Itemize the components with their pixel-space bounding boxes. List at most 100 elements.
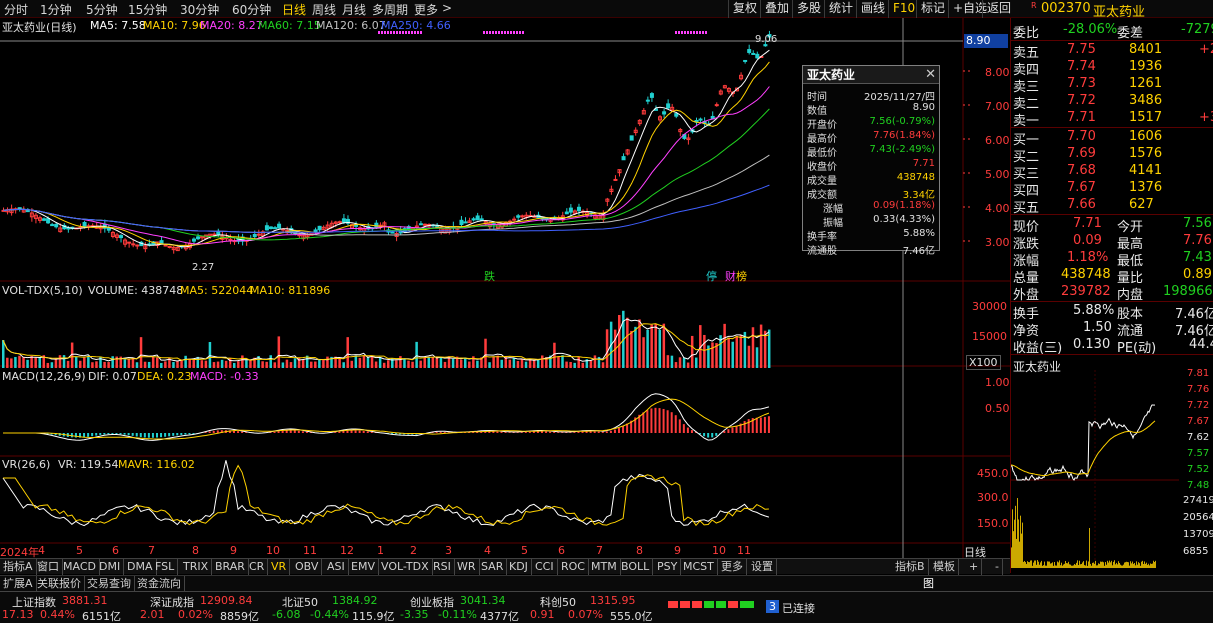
stats-button[interactable]: 统计: [824, 0, 857, 18]
buy1-row[interactable]: 买一 7.70 1606: [1011, 129, 1213, 148]
tab-related-quotes[interactable]: 关联报价: [34, 576, 85, 592]
indicator-tab-18[interactable]: CCI: [532, 559, 558, 575]
tab-monthly[interactable]: 月线: [342, 1, 366, 18]
event-marker-die[interactable]: 跌: [484, 268, 495, 284]
sell3-row[interactable]: 卖三 7.73 1261: [1011, 76, 1213, 95]
sell5-row[interactable]: 卖五7.758401+2: [1011, 42, 1213, 61]
volume-bar: [553, 342, 556, 368]
event-marker-ting[interactable]: 停: [706, 268, 717, 284]
f10-button[interactable]: F10: [888, 0, 919, 18]
macd-bar: [297, 430, 300, 433]
indicator-tab-6[interactable]: TRIX: [180, 559, 213, 575]
mini-volume-bar: [1121, 565, 1122, 568]
indicator-tab-12[interactable]: EMV: [348, 559, 379, 575]
chevron-right-icon[interactable]: >: [442, 1, 452, 15]
indicator-tab-right-0[interactable]: 指标B: [892, 559, 929, 575]
indicator-tab-right-1[interactable]: 模板: [930, 559, 959, 575]
indicator-tab-7[interactable]: BRAR: [212, 559, 249, 575]
mark-button[interactable]: 标记: [916, 0, 949, 18]
event-marker-bang[interactable]: 榜: [736, 268, 747, 284]
indicator-tab-23[interactable]: MCST: [680, 559, 718, 575]
tab-60min[interactable]: 60分钟: [232, 1, 271, 18]
index-pct: 0.07%: [568, 608, 603, 621]
indicator-tab-0[interactable]: 指标A: [0, 559, 37, 575]
indicator-tab-right-3[interactable]: -: [992, 559, 1003, 575]
multi-stock-button[interactable]: 多股: [792, 0, 825, 18]
volume-bar: [646, 329, 649, 368]
buy4-row[interactable]: 买四 7.67 1376: [1011, 180, 1213, 199]
indicator-tab-24[interactable]: 更多: [718, 559, 747, 575]
tu-label[interactable]: 图: [920, 576, 937, 592]
indicator-tab-10[interactable]: OBV: [292, 559, 323, 575]
indicator-tab-13[interactable]: VOL-TDX: [378, 559, 433, 575]
indicator-tab-1[interactable]: 窗口: [34, 559, 63, 575]
tab-weekly[interactable]: 周线: [312, 1, 336, 18]
mini-volume-bar: [1031, 560, 1032, 568]
signal-tick: [705, 31, 707, 34]
indicator-tab-17[interactable]: KDJ: [506, 559, 532, 575]
price-tick: 5.00: [985, 168, 1010, 181]
vr-indicator-name[interactable]: VR(26,6): [2, 458, 50, 471]
volume-bar: [500, 359, 503, 368]
indicator-tab-14[interactable]: RSI: [430, 559, 455, 575]
mini-volume-bar: [1080, 564, 1081, 568]
tab-30min[interactable]: 30分钟: [180, 1, 219, 18]
sell1-row[interactable]: 卖一7.711517+3: [1011, 110, 1213, 129]
indicator-tab-3[interactable]: DMI: [96, 559, 125, 575]
indicator-tab-8[interactable]: CR: [246, 559, 269, 575]
indicator-tab-9[interactable]: VR: [268, 559, 291, 575]
candle: [512, 218, 517, 221]
tab-1min[interactable]: 1分钟: [40, 1, 72, 18]
tab-multi-period[interactable]: 多周期: [372, 1, 408, 18]
tab-extension-a[interactable]: 扩展A: [0, 576, 37, 592]
vr-line: [3, 464, 769, 527]
volume-bar: [285, 359, 289, 368]
tab-15min[interactable]: 15分钟: [128, 1, 167, 18]
candle: [337, 221, 342, 224]
indicator-tab-21[interactable]: BOLL: [618, 559, 654, 575]
buy2-row[interactable]: 买二 7.69 1576: [1011, 146, 1213, 165]
macd-bar: [618, 428, 620, 433]
macd-bar: [678, 419, 681, 433]
tab-capital-flow[interactable]: 资金流向: [134, 576, 185, 592]
indicator-tab-25[interactable]: 设置: [748, 559, 777, 575]
indicator-tab-5[interactable]: FSL: [152, 559, 179, 575]
indicator-tab-22[interactable]: PSY: [654, 559, 682, 575]
vol-indicator-name[interactable]: VOL-TDX(5,10): [2, 284, 83, 297]
mini-volume-bar: [1087, 565, 1088, 568]
overlay-button[interactable]: 叠加: [760, 0, 793, 18]
indicator-tab-2[interactable]: MACD: [60, 559, 100, 575]
indicator-tab-bar: 指标A 窗口 MACD DMI DMA FSL TRIX BRAR CR VR OBV ASI EMV V…: [0, 558, 1010, 575]
mini-intraday-chart[interactable]: [1011, 370, 1179, 570]
macd-indicator-name[interactable]: MACD(12,26,9): [2, 370, 86, 383]
indicator-tab-11[interactable]: ASI: [324, 559, 349, 575]
mini-volume-bar: [1025, 562, 1026, 568]
indicator-tab-20[interactable]: MTM: [588, 559, 621, 575]
tab-daily[interactable]: 日线: [282, 1, 306, 18]
event-marker-cai[interactable]: 财: [725, 268, 736, 284]
tab-trade-query[interactable]: 交易查询: [84, 576, 135, 592]
tab-5min[interactable]: 5分钟: [86, 1, 118, 18]
indicator-tab-19[interactable]: ROC: [558, 559, 589, 575]
close-icon[interactable]: ✕: [925, 67, 936, 82]
mini-volume-bar: [1093, 562, 1094, 568]
tab-more[interactable]: 更多: [414, 1, 438, 18]
mini-volume-bar: [1037, 560, 1038, 568]
indicator-tab-15[interactable]: WR: [454, 559, 480, 575]
macd-bar: [682, 424, 685, 433]
volume-bar: [516, 360, 520, 368]
buy5-row[interactable]: 买五 7.66 627: [1011, 197, 1213, 216]
indicator-tab-right-2[interactable]: +: [966, 559, 983, 575]
mini-volume-bar: [1144, 561, 1145, 568]
sell2-row[interactable]: 卖二 7.72 3486: [1011, 93, 1213, 112]
vr-tick: 300.0: [977, 491, 1009, 504]
volume-bar: [443, 361, 447, 368]
fuquan-button[interactable]: 复权: [728, 0, 761, 18]
indicator-tab-16[interactable]: SAR: [478, 559, 508, 575]
draw-line-button[interactable]: 画线: [856, 0, 889, 18]
volume-bar: [208, 342, 212, 368]
sell4-row[interactable]: 卖四 7.74 1936: [1011, 59, 1213, 78]
tab-fenshi[interactable]: 分时: [4, 1, 28, 18]
buy3-row[interactable]: 买三 7.68 4141: [1011, 163, 1213, 182]
price-tick: 6.00: [985, 134, 1010, 147]
